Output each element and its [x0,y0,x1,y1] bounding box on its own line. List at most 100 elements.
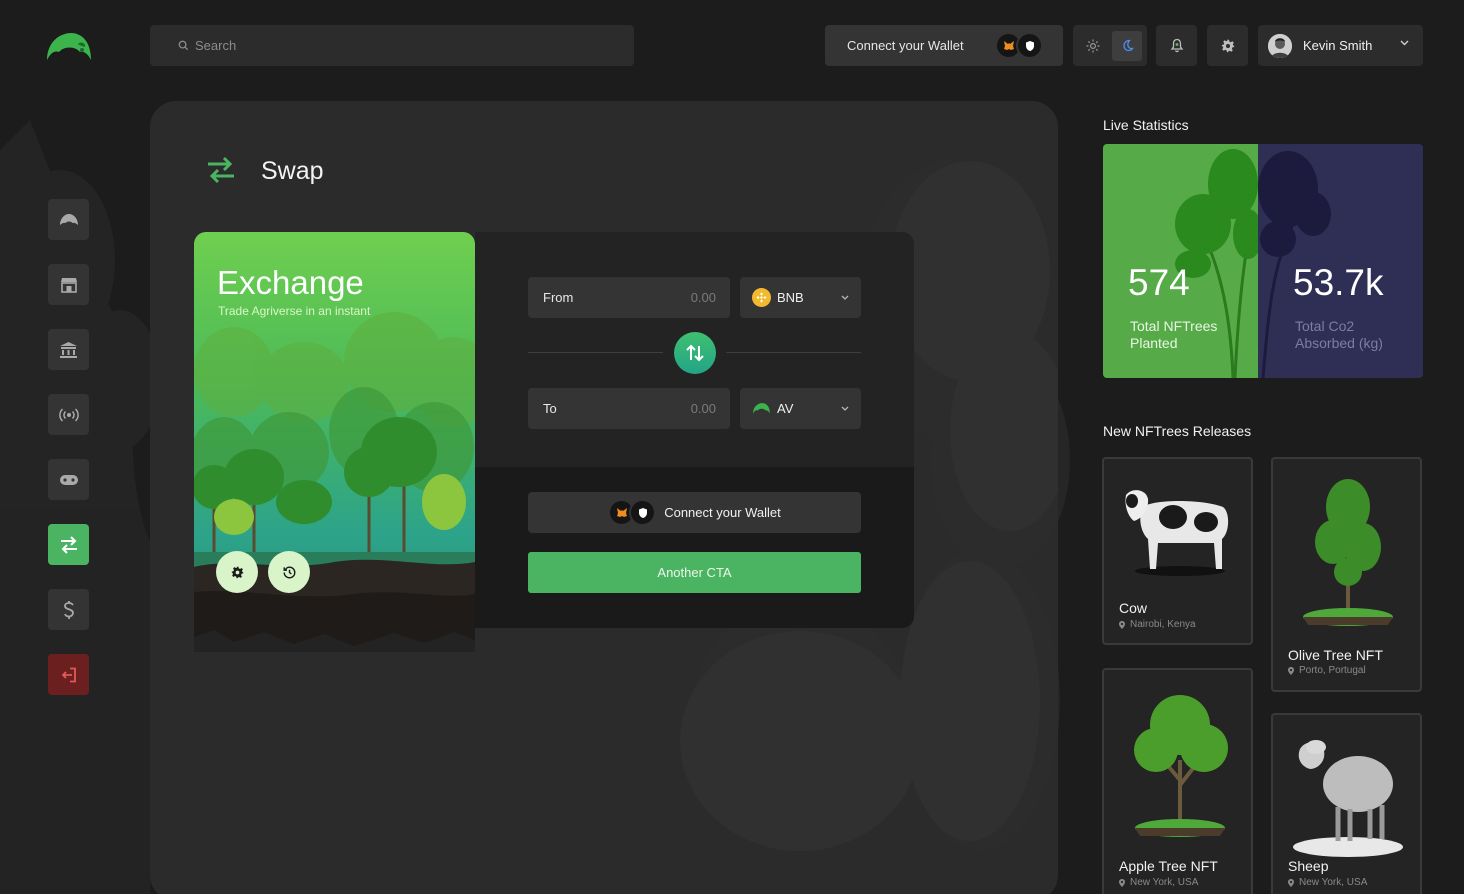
nft-location: Porto, Portugal [1288,665,1366,676]
umbrella-icon [59,213,78,225]
from-label: From [543,290,574,305]
nft-card[interactable]: Olive Tree NFT Porto, Portugal [1271,457,1422,692]
bnb-coin-icon [752,288,771,307]
nft-location-text: New York, USA [1130,877,1199,888]
exchange-title: Exchange [217,264,364,301]
nft-card[interactable]: Sheep New York, USA [1271,713,1422,894]
wallet-provider-icons [995,32,1043,59]
search-bar[interactable]: Search [150,25,634,66]
planted-value: 574 [1128,262,1190,303]
search-icon [178,40,189,51]
swap-settings-button[interactable] [216,551,258,593]
wallet-provider-icons [608,499,657,526]
cow-image [1125,490,1229,576]
history-icon [283,566,295,578]
co2-label: Total Co2 Absorbed (kg) [1295,318,1383,351]
dollar-icon [63,600,74,619]
sidebar-item-bank[interactable] [48,329,89,370]
new-releases-title: New NFTrees Releases [1103,423,1252,439]
location-pin-icon [1119,878,1125,887]
nft-card[interactable]: Apple Tree NFT New York, USA [1102,668,1253,894]
shield-wallet-icon [1016,32,1043,59]
bell-icon [1170,38,1183,53]
location-pin-icon [1288,666,1294,675]
from-token-label: BNB [777,290,804,305]
nft-card[interactable]: Cow Nairobi, Kenya [1102,457,1253,645]
to-label: To [543,401,557,416]
exchange-subtitle: Trade Agriverse in an instant [218,304,371,318]
to-amount-value: 0.00 [690,401,716,416]
from-amount-field[interactable]: From 0.00 [528,277,730,318]
nft-name: Olive Tree NFT [1288,647,1383,663]
to-token-select[interactable]: AV [740,388,861,429]
location-pin-icon [1288,878,1294,887]
to-token-label: AV [777,401,794,416]
shield-wallet-icon [629,499,657,526]
planted-label: Total NFTrees Planted [1130,318,1218,351]
settings-button[interactable] [1207,25,1248,66]
co2-value: 53.7k [1293,262,1384,303]
dark-mode-option[interactable] [1112,30,1142,61]
page-title: Swap [261,157,324,185]
connect-wallet-cta[interactable]: Connect your Wallet [528,492,861,533]
sheep-image [1293,740,1403,857]
chevron-down-icon [841,295,849,300]
swap-divider-left [528,352,663,353]
swap-history-button[interactable] [268,551,310,593]
sidebar-item-finance[interactable] [48,589,89,630]
swap-form: From 0.00 BNB To 0.00 AV Connect your Wa… [475,232,914,628]
notifications-button[interactable] [1156,25,1197,66]
sidebar-item-games[interactable] [48,459,89,500]
swap-icon [60,535,77,554]
another-cta-label: Another CTA [657,565,732,580]
store-icon [60,277,77,293]
connect-wallet-cta-label: Connect your Wallet [664,505,781,520]
nft-location: Nairobi, Kenya [1119,619,1196,630]
swap-direction-button[interactable] [674,332,716,374]
search-placeholder: Search [195,38,237,53]
to-amount-field[interactable]: To 0.00 [528,388,730,429]
swap-divider-right [726,352,861,353]
bank-icon [60,341,77,358]
swap-vertical-icon [686,344,704,362]
logout-icon [61,667,76,682]
moon-icon [1123,39,1134,51]
leaf-umbrella-logo[interactable] [44,30,94,64]
sidebar-item-marketplace[interactable] [48,264,89,305]
sidebar-item-broadcast[interactable] [48,394,89,435]
live-statistics-card: 574 Total NFTrees Planted 53.7k Total Co… [1103,144,1423,378]
sidebar-item-logout[interactable] [48,654,89,695]
connect-wallet-label: Connect your Wallet [847,38,964,53]
connect-wallet-button[interactable]: Connect your Wallet [825,25,1063,66]
nft-location-text: Nairobi, Kenya [1130,619,1196,630]
av-coin-icon [752,399,771,418]
avatar [1268,33,1292,58]
apple-tree-image [1134,695,1228,837]
olive-tree-image [1303,479,1393,626]
nft-location: New York, USA [1288,877,1367,888]
another-cta-button[interactable]: Another CTA [528,552,861,593]
nft-name: Sheep [1288,858,1329,874]
gear-icon [231,566,243,578]
broadcast-icon [58,407,79,422]
user-menu[interactable]: Kevin Smith [1258,25,1423,66]
sidebar-item-swap[interactable] [48,524,89,565]
nft-name: Cow [1119,600,1148,616]
sidebar-item-dashboard[interactable] [48,199,89,240]
light-mode-option[interactable] [1078,31,1108,61]
from-token-select[interactable]: BNB [740,277,861,318]
nft-location: New York, USA [1119,877,1198,888]
chevron-down-icon [1400,40,1409,46]
gear-icon [1221,39,1234,52]
from-amount-value: 0.00 [690,290,716,305]
nft-location-text: Porto, Portugal [1299,665,1366,676]
gamepad-icon [59,474,78,485]
nft-location-text: New York, USA [1299,877,1368,888]
sun-icon [1086,39,1100,52]
user-name: Kevin Smith [1303,38,1373,53]
nft-name: Apple Tree NFT [1119,858,1218,874]
location-pin-icon [1119,620,1125,629]
chevron-down-icon [841,406,849,411]
theme-toggle[interactable] [1073,25,1147,66]
swap-title-icon [208,156,234,184]
